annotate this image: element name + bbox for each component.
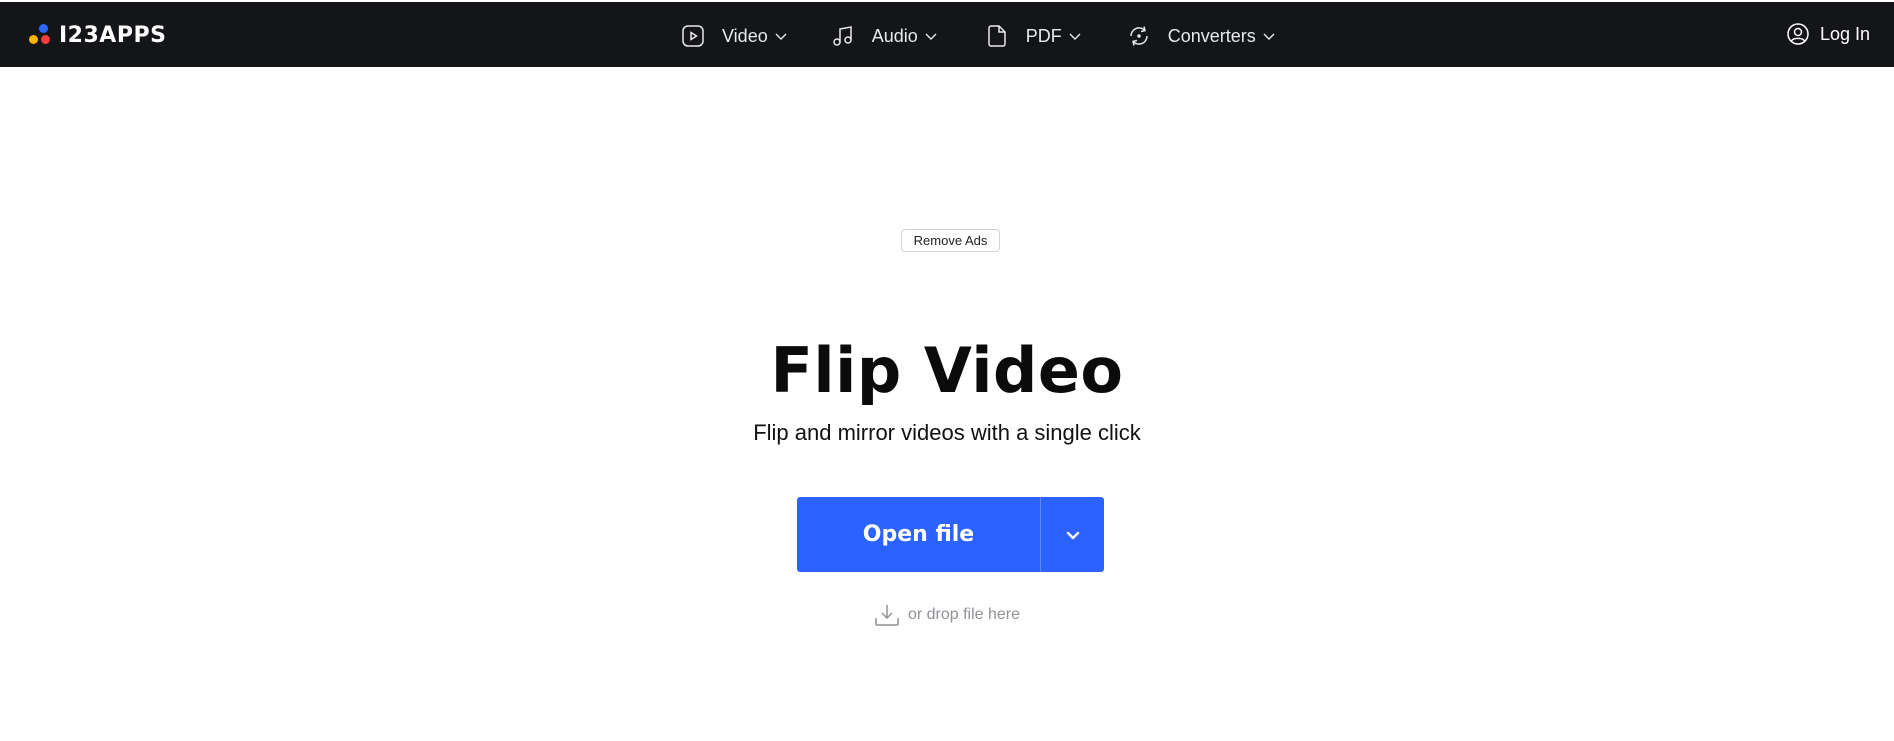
logo-text: I23APPS (59, 22, 167, 48)
site-logo[interactable]: I23APPS (29, 22, 166, 48)
nav-audio[interactable]: Audio (830, 20, 938, 52)
main-nav: Video Audio PDF Converters (680, 20, 1276, 52)
user-circle-icon (1786, 22, 1810, 46)
nav-audio-label: Audio (871, 25, 918, 46)
login-button[interactable]: Log In (1786, 22, 1870, 46)
chevron-down-icon (1065, 527, 1081, 543)
login-label: Log In (1819, 23, 1870, 44)
chevron-down-icon (774, 29, 788, 43)
nav-video[interactable]: Video (680, 20, 788, 52)
music-note-icon (830, 23, 856, 49)
chevron-down-icon (924, 29, 938, 43)
download-tray-icon (874, 603, 900, 627)
remove-ads-button[interactable]: Remove Ads (901, 229, 1000, 252)
page-subtitle: Flip and mirror videos with a single cli… (753, 420, 1141, 445)
nav-video-label: Video (722, 25, 768, 46)
open-file-button-group: Open file (797, 497, 1104, 572)
nav-converters-label: Converters (1167, 25, 1256, 46)
logo-dots-icon (29, 24, 51, 46)
chevron-down-icon (1262, 29, 1276, 43)
play-square-icon (680, 23, 706, 49)
drop-hint-label: or drop file here (907, 606, 1021, 623)
drop-zone-hint[interactable]: or drop file here (0, 603, 1894, 627)
chevron-down-icon (1068, 29, 1082, 43)
open-file-dropdown-button[interactable] (1041, 497, 1104, 572)
convert-arrows-icon (1126, 23, 1152, 49)
nav-pdf[interactable]: PDF (984, 20, 1082, 52)
page-title: Flip Video (770, 334, 1124, 407)
open-file-button[interactable]: Open file (797, 497, 1040, 572)
nav-converters[interactable]: Converters (1126, 20, 1276, 52)
nav-pdf-label: PDF (1025, 25, 1062, 46)
top-navigation-bar: I23APPS Video Audio PDF Converters Log I… (0, 0, 1894, 67)
document-icon (984, 23, 1010, 49)
